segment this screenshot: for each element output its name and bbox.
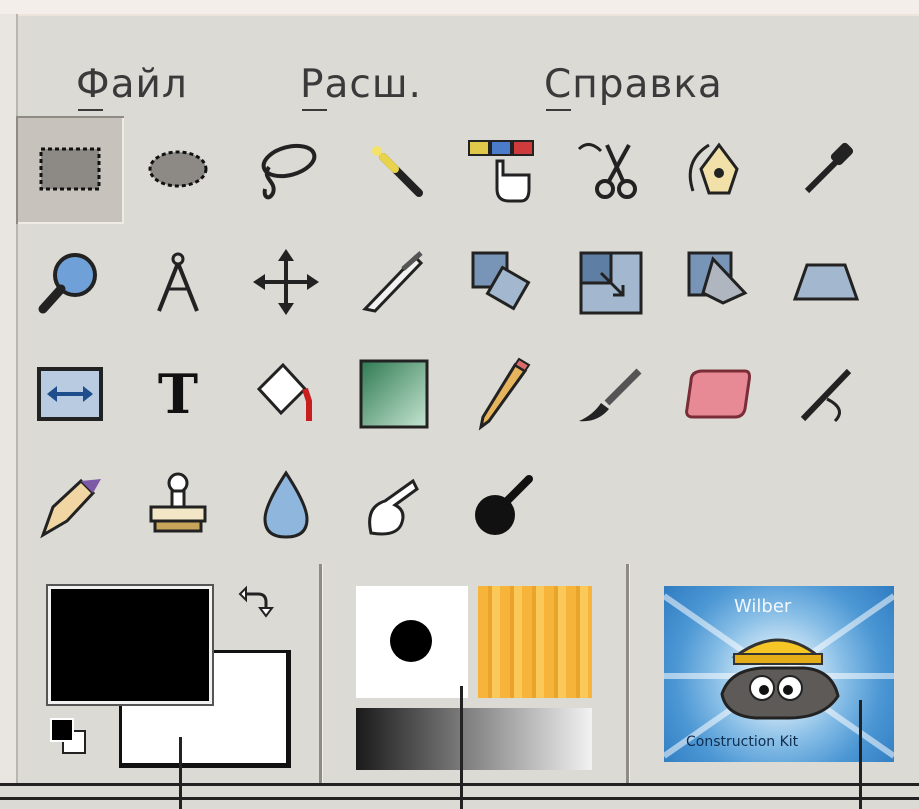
rotate-icon <box>471 251 531 311</box>
thumbnail-top-text: Wilber <box>734 596 792 617</box>
magic-wand-icon <box>372 146 423 197</box>
status-area: Wilber Construction Kit <box>16 564 919 784</box>
tool-smudge[interactable] <box>340 452 448 560</box>
tool-color-picker[interactable] <box>772 116 880 224</box>
ellipse-select-icon <box>148 150 208 188</box>
rect-select-icon <box>39 147 101 191</box>
menu-help[interactable]: Справка <box>544 62 723 107</box>
paintbrush-icon <box>579 368 642 422</box>
tool-fuzzy-select[interactable] <box>340 116 448 224</box>
flip-icon <box>37 367 103 421</box>
pencil-icon <box>478 357 531 431</box>
tool-zoom[interactable] <box>16 228 124 336</box>
default-colors-icon[interactable] <box>48 716 88 756</box>
brush-dot <box>390 620 432 662</box>
knife-icon <box>362 251 424 313</box>
eraser-icon <box>685 369 751 419</box>
tool-clone[interactable] <box>124 452 232 560</box>
swap-colors-icon[interactable] <box>236 584 276 624</box>
tool-pencil[interactable] <box>448 340 556 448</box>
eyedropper-icon <box>804 142 854 194</box>
thumbnail-bottom-text: Construction Kit <box>686 734 799 750</box>
annotation-pointer-line <box>859 700 862 809</box>
tool-flip[interactable] <box>16 340 124 448</box>
separator <box>319 564 322 784</box>
tool-scale[interactable] <box>556 228 664 336</box>
tool-ink[interactable] <box>16 452 124 560</box>
dodge-burn-icon <box>475 475 533 535</box>
mnemonic-underline <box>546 109 571 111</box>
drop-icon <box>263 470 309 539</box>
tool-blur-sharpen[interactable] <box>232 452 340 560</box>
mnemonic-underline <box>78 109 103 111</box>
menu-extensions[interactable]: Расш. <box>300 62 422 107</box>
tool-foreground-select[interactable] <box>664 116 772 224</box>
airbrush-icon <box>800 368 852 423</box>
ink-pen-icon <box>40 478 101 539</box>
tool-bucket-fill[interactable] <box>232 340 340 448</box>
mnemonic-underline <box>302 109 327 111</box>
shear-icon <box>687 251 748 305</box>
move-icon <box>253 249 319 315</box>
tool-airbrush[interactable] <box>772 340 880 448</box>
tool-perspective[interactable] <box>772 228 880 336</box>
tool-select-by-color[interactable] <box>448 116 556 224</box>
tool-shear[interactable] <box>664 228 772 336</box>
tool-blend[interactable] <box>340 340 448 448</box>
magnifier-icon <box>38 253 97 314</box>
window-top-border <box>0 0 919 16</box>
gradient-preview[interactable] <box>356 708 592 770</box>
separator <box>626 564 629 784</box>
pattern-preview[interactable] <box>478 586 592 698</box>
toolbox-window: Файл Расш. Справка T Wilber Construction… <box>0 0 919 809</box>
foreground-color-swatch[interactable] <box>48 586 212 704</box>
annotation-pointer-line <box>179 737 182 809</box>
bucket-icon <box>256 362 312 421</box>
menu-file[interactable]: Файл <box>76 62 188 107</box>
brush-preview[interactable] <box>356 586 468 698</box>
tool-eraser[interactable] <box>664 340 772 448</box>
foreground-select-icon <box>688 142 739 195</box>
tool-free-select[interactable] <box>232 116 340 224</box>
lasso-icon <box>261 143 317 200</box>
scale-icon <box>579 251 643 315</box>
annotation-pointer-line <box>460 686 463 809</box>
color-select-icon <box>468 140 534 203</box>
tool-rotate[interactable] <box>448 228 556 336</box>
tool-paintbrush[interactable] <box>556 340 664 448</box>
tool-move[interactable] <box>232 228 340 336</box>
tool-crop[interactable] <box>340 228 448 336</box>
tool-text[interactable]: T <box>124 340 232 448</box>
tool-scissors-select[interactable] <box>556 116 664 224</box>
perspective-icon <box>792 263 860 301</box>
scissors-icon <box>577 143 637 199</box>
tool-grid: T <box>16 116 919 564</box>
tool-measure[interactable] <box>124 228 232 336</box>
tool-dodge-burn[interactable] <box>448 452 556 560</box>
tool-rect-select[interactable] <box>16 116 124 224</box>
gradient-icon <box>359 359 429 429</box>
tool-ellipse-select[interactable] <box>124 116 232 224</box>
text-icon: T <box>157 362 199 426</box>
menu-bar: Файл Расш. Справка <box>16 16 919 116</box>
stamp-icon <box>149 472 207 533</box>
smudge-icon <box>368 478 419 536</box>
compass-icon <box>157 252 199 312</box>
